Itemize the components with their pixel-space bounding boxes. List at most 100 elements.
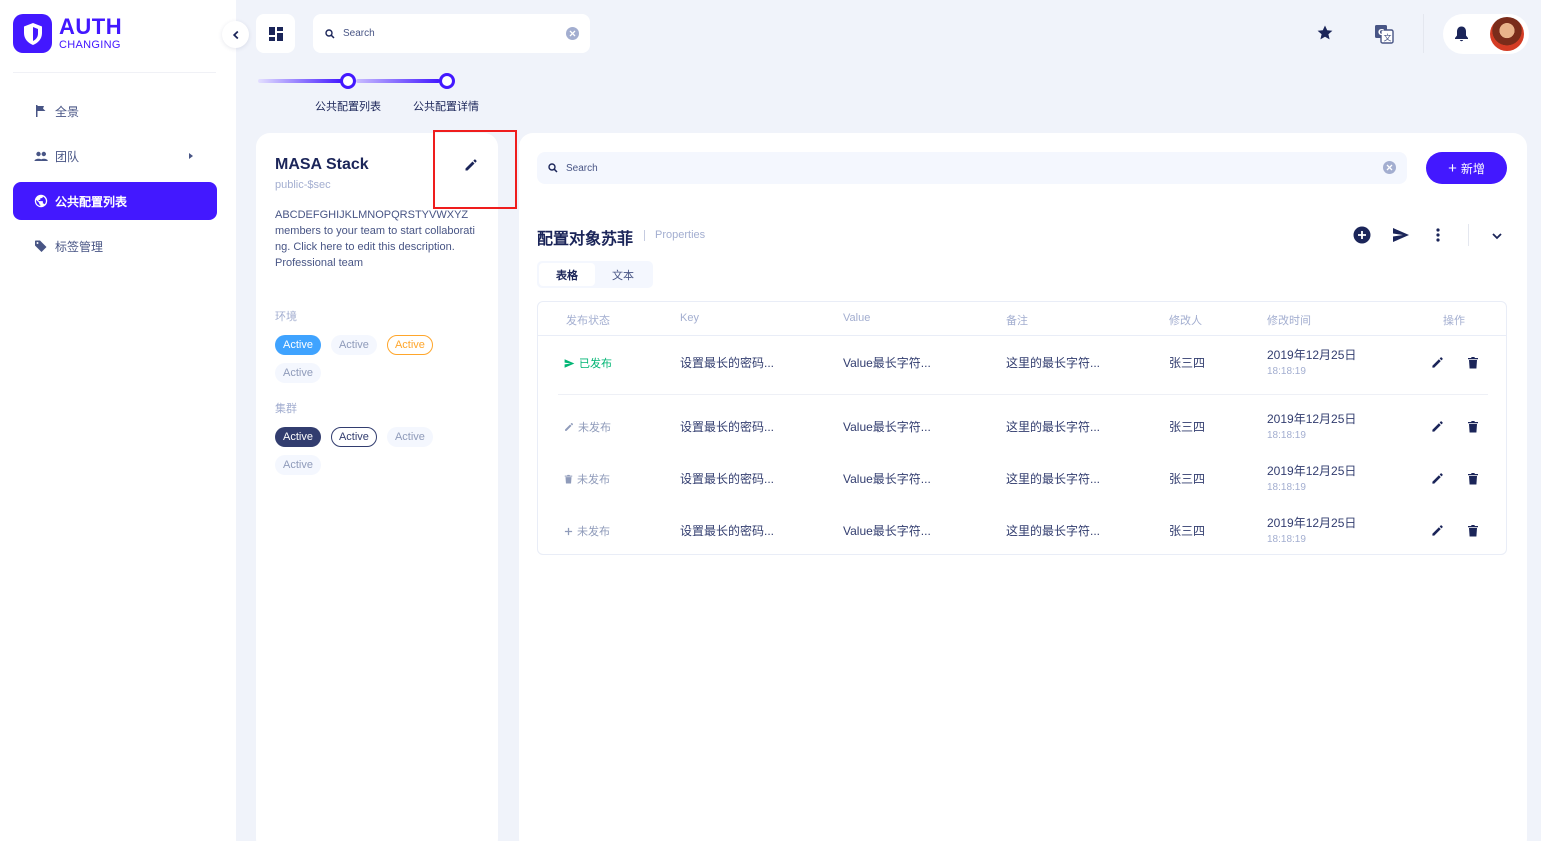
project-info-card: MASA Stack public-$sec ABCDEFGHIJKLMNOPQ… — [256, 133, 498, 841]
favorite-button[interactable] — [1316, 24, 1334, 47]
delete-row-button[interactable] — [1467, 420, 1479, 438]
step-label-list[interactable]: 公共配置列表 — [315, 98, 381, 114]
note-cell: 这里的最长字符... — [1006, 356, 1101, 370]
edit-row-button[interactable] — [1431, 524, 1444, 542]
collapse-panel-button[interactable] — [1491, 229, 1503, 247]
edit-row-button[interactable] — [1431, 356, 1444, 374]
key-cell: 设置最长的密码... — [680, 420, 775, 434]
value-cell: Value最长字符... — [843, 524, 931, 538]
sidebar-item-tags[interactable]: 标签管理 — [13, 227, 217, 265]
globe-icon — [34, 194, 48, 208]
status-cell: 未发布 — [564, 471, 610, 487]
clear-search-icon[interactable] — [1383, 161, 1396, 174]
highlight-annotation-box — [433, 130, 517, 209]
flag-icon — [36, 105, 46, 117]
cluster-chip[interactable]: Active — [275, 455, 321, 475]
column-header-status: 发布状态 — [566, 315, 610, 327]
pencil-icon — [1432, 473, 1443, 484]
add-circle-icon — [1353, 226, 1371, 244]
config-search-box[interactable] — [537, 152, 1407, 184]
project-title: MASA Stack — [275, 156, 369, 173]
sidebar-item-team[interactable]: 团队 — [13, 137, 217, 175]
column-header-modifier: 修改人 — [1169, 315, 1202, 327]
edit-row-button[interactable] — [1431, 472, 1444, 490]
env-chip[interactable]: Active — [275, 335, 321, 355]
note-cell: 这里的最长字符... — [1006, 420, 1101, 434]
delete-row-button[interactable] — [1467, 356, 1479, 374]
delete-row-button[interactable] — [1467, 472, 1479, 490]
pencil-icon — [565, 422, 574, 431]
collapse-sidebar-button[interactable] — [222, 21, 249, 48]
table-row[interactable]: 已发布 设置最长的密码... Value最长字符... 这里的最长字符... 张… — [538, 336, 1506, 394]
column-header-value: Value — [843, 312, 871, 324]
project-description-text: ABCDEFGHIJKLMNOPQRSTYVWXYZ members to yo… — [275, 209, 475, 253]
step-connector — [258, 79, 342, 83]
table-row[interactable]: 未发布 设置最长的密码... Value最长字符... 这里的最长字符... 张… — [538, 452, 1506, 504]
env-chip[interactable]: Active — [275, 363, 321, 383]
config-search-input[interactable] — [566, 162, 766, 174]
config-format: Properties — [655, 229, 706, 241]
edit-row-button[interactable] — [1431, 420, 1444, 438]
add-button-label: 新增 — [1460, 161, 1485, 176]
translate-icon: G文 — [1375, 25, 1394, 44]
title-divider — [644, 230, 645, 241]
config-main-card: + 新增 配置对象苏菲 Properties 表格 文本 发布状态 Key Va… — [519, 133, 1527, 841]
cluster-chip[interactable]: Active — [275, 427, 321, 447]
step-dot[interactable] — [340, 73, 356, 89]
app-logo[interactable]: AUTH CHANGING — [13, 14, 122, 53]
cluster-chip[interactable]: Active — [330, 427, 377, 447]
avatar[interactable] — [1490, 17, 1524, 51]
pencil-icon — [1432, 525, 1443, 536]
top-search-box[interactable] — [313, 14, 590, 53]
status-cell: 未发布 — [564, 419, 611, 435]
shield-logo-icon — [13, 14, 52, 53]
cluster-chip-group: Active Active Active Active — [275, 427, 485, 475]
more-options-button[interactable] — [1435, 226, 1441, 249]
modified-time-cell: 2019年12月25日 18:18:19 — [1267, 514, 1356, 545]
sidebar: AUTH CHANGING 全景 团队 公共配置列表 标签管理 — [0, 0, 236, 841]
view-mode-toggle: 表格 文本 — [537, 261, 653, 288]
top-search-input[interactable] — [343, 28, 543, 39]
env-chip[interactable]: Active — [386, 335, 433, 355]
plus-icon — [564, 527, 573, 535]
modified-time: 18:18:19 — [1267, 482, 1306, 493]
sidebar-item-overview[interactable]: 全景 — [13, 92, 217, 130]
notifications-button[interactable] — [1453, 25, 1470, 48]
dashboard-grid-button[interactable] — [256, 14, 295, 53]
topbar-divider — [1423, 14, 1424, 53]
sidebar-nav: 全景 团队 公共配置列表 标签管理 — [13, 92, 217, 272]
modified-time: 18:18:19 — [1267, 534, 1306, 545]
modified-date: 2019年12月25日 — [1267, 412, 1357, 426]
publish-button[interactable] — [1392, 226, 1410, 249]
delete-row-button[interactable] — [1467, 524, 1479, 542]
status-label: 未发布 — [577, 526, 610, 538]
row-divider — [558, 394, 1488, 395]
config-title: 配置对象苏菲 — [537, 231, 634, 248]
more-vertical-icon — [1436, 228, 1440, 242]
translate-button[interactable]: G文 — [1374, 24, 1394, 49]
tab-text[interactable]: 文本 — [595, 263, 651, 286]
trash-icon — [1468, 357, 1478, 369]
modified-time: 18:18:19 — [1267, 430, 1306, 441]
table-row[interactable]: 未发布 设置最长的密码... Value最长字符... 这里的最长字符... 张… — [538, 400, 1506, 452]
env-section-label: 环境 — [275, 311, 297, 323]
env-chip[interactable]: Active — [330, 335, 377, 355]
step-label-detail[interactable]: 公共配置详情 — [413, 98, 479, 114]
table-row[interactable]: 未发布 设置最长的密码... Value最长字符... 这里的最长字符... 张… — [538, 504, 1506, 556]
cluster-section-label: 集群 — [275, 403, 297, 415]
modified-time-cell: 2019年12月25日 18:18:19 — [1267, 462, 1356, 493]
trash-icon — [1468, 473, 1478, 485]
toolbar-divider — [1468, 224, 1469, 246]
add-button[interactable]: + 新增 — [1426, 152, 1507, 184]
app-title: AUTH — [59, 14, 123, 39]
clear-search-icon[interactable] — [566, 27, 579, 40]
cluster-chip[interactable]: Active — [386, 427, 433, 447]
step-dot[interactable] — [439, 73, 455, 89]
app-subtitle: CHANGING — [59, 39, 121, 51]
sidebar-item-public-config[interactable]: 公共配置列表 — [13, 182, 217, 220]
project-description: ABCDEFGHIJKLMNOPQRSTYVWXYZ members to yo… — [275, 207, 480, 271]
send-icon — [564, 358, 575, 368]
chevron-left-icon — [232, 30, 238, 39]
tab-table[interactable]: 表格 — [539, 263, 595, 286]
add-config-button[interactable] — [1353, 226, 1371, 249]
